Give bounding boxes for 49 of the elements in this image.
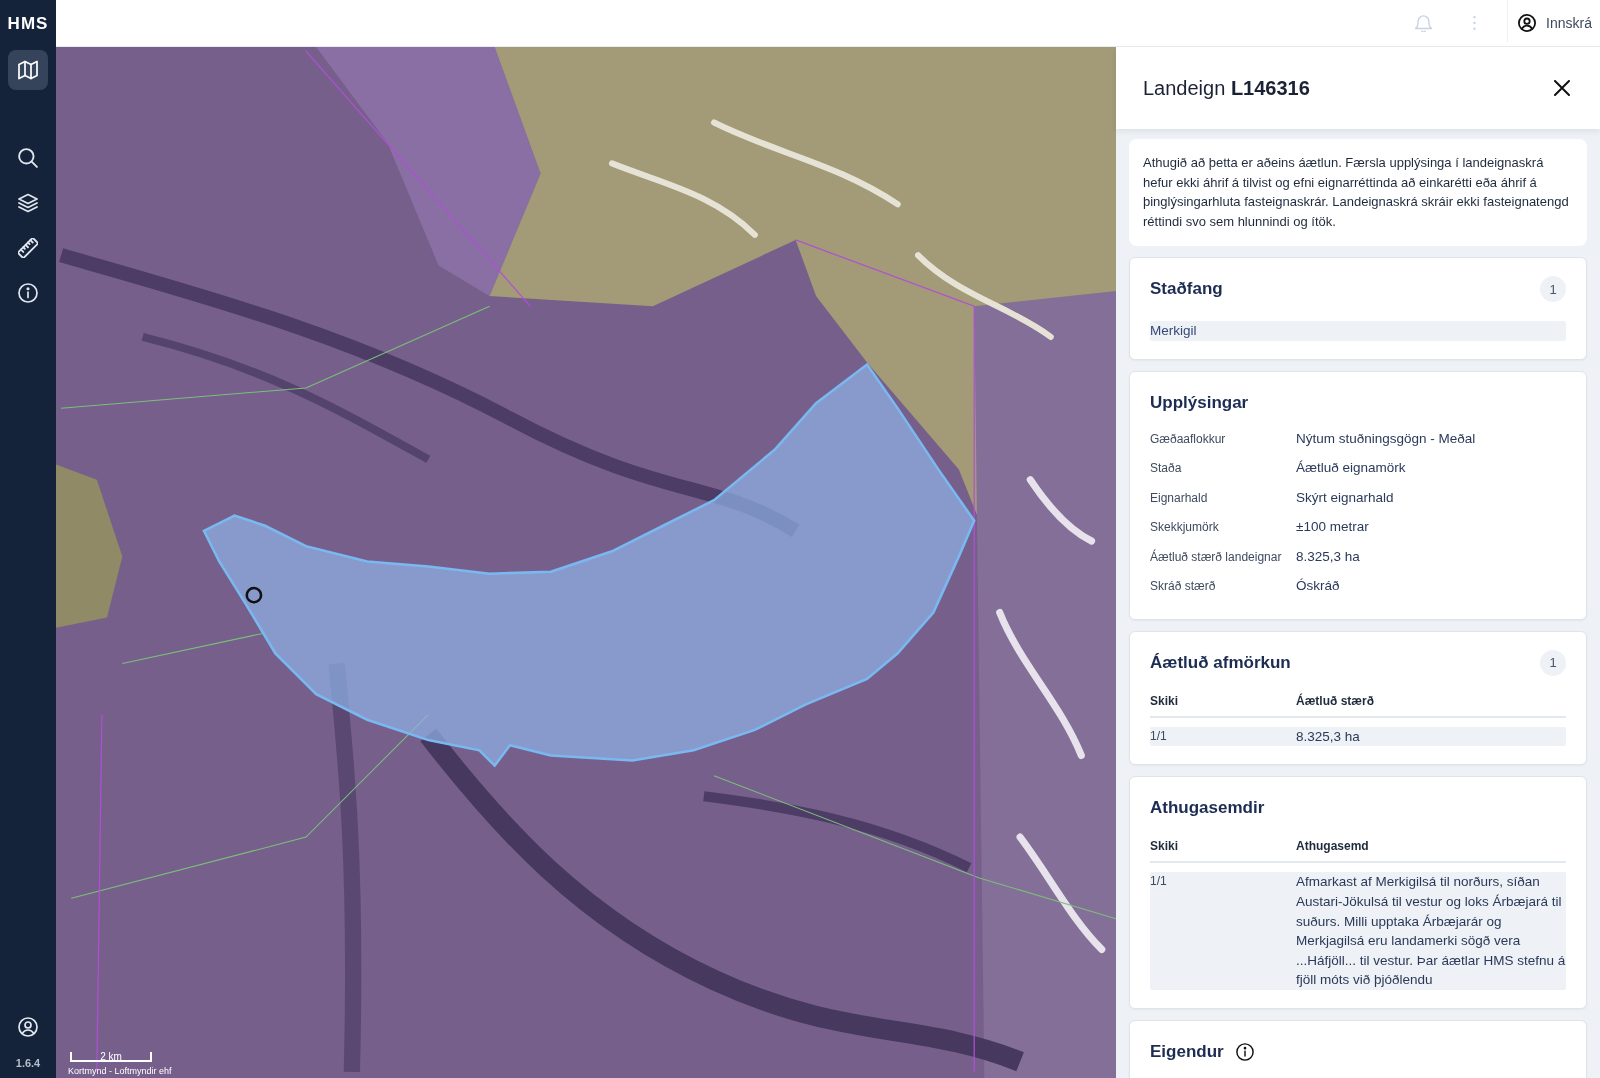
section-title: Upplýsingar bbox=[1150, 393, 1249, 414]
map-button[interactable] bbox=[8, 50, 48, 90]
close-icon bbox=[1554, 80, 1570, 96]
field-label: Staða bbox=[1150, 460, 1183, 478]
notice-text: Athugið að þetta er aðeins áætlun. Færsla upplýsinga í landeignaskrá hefur ekki áhrif á tilvist og efni eignarréttinda að einkarétti eða áhrif á þinglýsingarhluta fasteignaskrár. Landeignaskrá skráir ekki fasteignatengd réttindi svo sem hlunnindi og ítök. bbox=[1143, 154, 1570, 231]
logo: HMS bbox=[7, 13, 49, 35]
field-value: Áætluð eignamörk bbox=[1296, 459, 1407, 478]
section-title: Eigendur bbox=[1150, 1041, 1224, 1063]
bell-icon bbox=[1414, 14, 1432, 32]
info-icon bbox=[18, 283, 38, 303]
field-label: Eignarhald bbox=[1150, 489, 1209, 507]
table-cell-text: 1/1 bbox=[1150, 873, 1168, 891]
section-title: Staðfang bbox=[1150, 279, 1223, 300]
map-icon bbox=[18, 60, 38, 80]
search-icon bbox=[18, 148, 38, 168]
section-title: Athugasemdir bbox=[1150, 798, 1265, 819]
field-value: ±100 metrar bbox=[1296, 518, 1370, 537]
field-value: Skýrt eignarhald bbox=[1296, 488, 1395, 507]
field-value: Nýtum stuðningsgögn - Meðal bbox=[1296, 429, 1477, 448]
table-cell-text: Afmarkast af Merkigilsá til norðurs, síðan Austari-Jökulsá til vestur og loks Árbæjará til suðurs. Milli upptaka Árbæjarár og Merkjagilsá eru landamerki sögð vera ...Háfjöll... til vestur. Þar áætlar HMS stefnu á fjöll móts við þjóðlendu bbox=[1296, 873, 1566, 990]
column-header: Áætluð stærð bbox=[1296, 692, 1375, 710]
scale-bar: 2 km bbox=[70, 1052, 152, 1062]
field-value: Óskráð bbox=[1296, 576, 1341, 595]
field-label: Áætluð stærð landeignar bbox=[1150, 548, 1283, 566]
user-icon bbox=[1518, 14, 1537, 32]
section-title: Áætluð afmörkun bbox=[1150, 652, 1291, 673]
close-button[interactable] bbox=[1554, 80, 1570, 96]
parcel-area[interactable] bbox=[202, 362, 976, 768]
kebab-icon bbox=[1472, 16, 1476, 30]
table-cell-text: 8.325,3 ha bbox=[1296, 727, 1361, 746]
column-header: Skiki bbox=[1150, 692, 1180, 710]
version-label: 1.6.4 bbox=[15, 1055, 41, 1071]
field-value: 8.325,3 ha bbox=[1296, 547, 1361, 566]
login-button[interactable]: Innskrá bbox=[1508, 0, 1600, 46]
table-cell-text: 1/1 bbox=[1150, 727, 1168, 745]
column-header: Skiki bbox=[1150, 838, 1180, 856]
layers-icon bbox=[18, 193, 38, 213]
field-label: Skekkjumörk bbox=[1150, 519, 1220, 537]
address-item[interactable]: Merkigil bbox=[1150, 321, 1566, 342]
ring-marker-icon bbox=[245, 586, 263, 604]
count-badge: 1 bbox=[1540, 649, 1566, 676]
ruler-icon bbox=[18, 238, 38, 258]
field-label: Skráð stærð bbox=[1150, 578, 1217, 595]
count-badge: 1 bbox=[1540, 276, 1566, 303]
panel-title: Landeign L146316 bbox=[1143, 76, 1310, 100]
user-icon bbox=[18, 1016, 38, 1037]
map-attribution: Kortmynd - Loftmyndir ehf bbox=[68, 1066, 172, 1077]
column-header: Athugasemd bbox=[1296, 838, 1370, 856]
field-label: Gæðaaflokkur bbox=[1150, 431, 1227, 449]
